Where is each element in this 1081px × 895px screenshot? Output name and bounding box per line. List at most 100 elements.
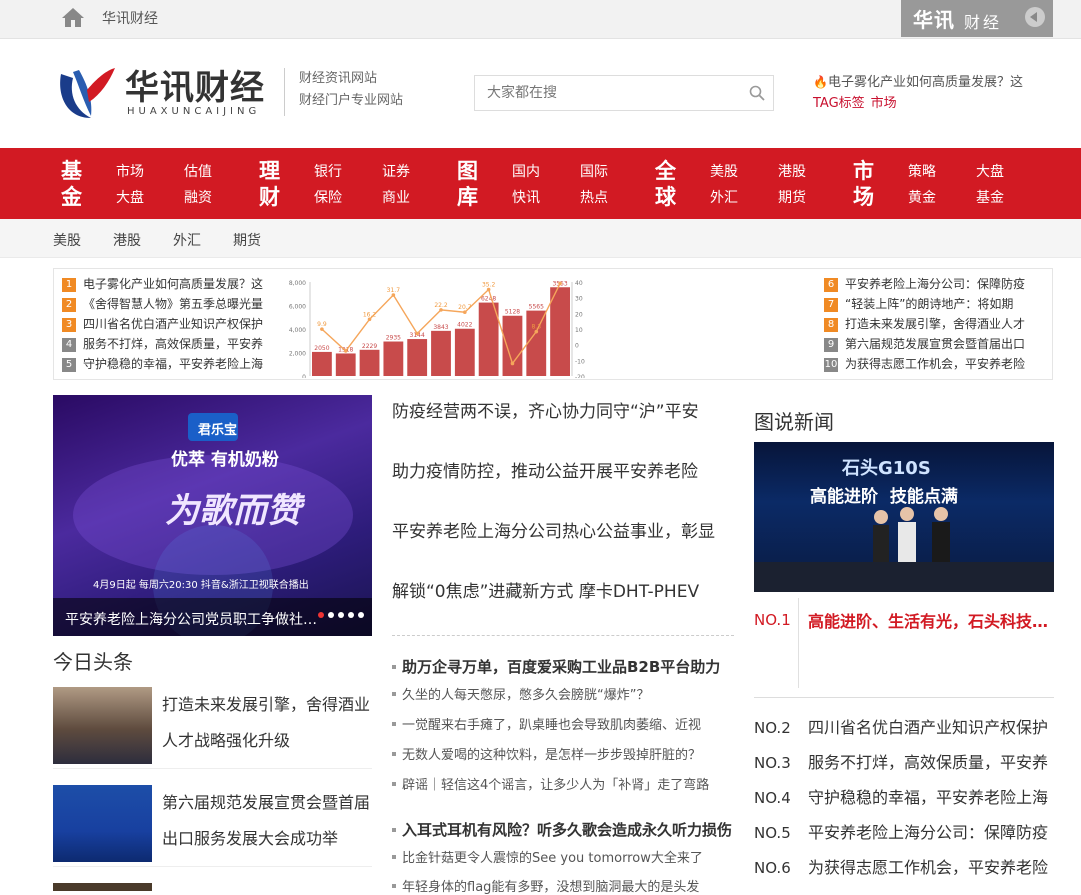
nav-item[interactable]: 黄金 — [908, 187, 936, 207]
nav-item[interactable]: 市场 — [116, 161, 144, 181]
nav-group-global: 全球 美股 港股 外汇 期货 — [655, 148, 855, 219]
tag-market-link[interactable]: 市场 — [871, 96, 897, 111]
nav-item[interactable]: 大盘 — [976, 161, 1004, 181]
hot-news-link[interactable]: 🔥电子雾化产业如何高质量发展？这 — [813, 72, 1043, 93]
tag-label: TAG标签 — [813, 96, 865, 111]
nav-item[interactable]: 港股 — [778, 161, 806, 181]
nav-item[interactable]: 外汇 — [710, 187, 738, 207]
ranking-text: 打造未来发展引擎，舍得酒业人才 — [845, 317, 1026, 331]
home-icon[interactable] — [61, 6, 85, 28]
carousel-dot[interactable] — [318, 612, 324, 618]
headline-link[interactable]: 助力疫情防控，推动公益开展平安养老险 — [392, 457, 734, 482]
ranking-item[interactable]: 5 守护稳稳的幸福，平安养老险上海 — [62, 355, 282, 375]
rank-number: 7 — [824, 298, 838, 312]
nav-item[interactable]: 大盘 — [116, 187, 144, 207]
y2-tick-label: -10 — [575, 358, 585, 365]
topbar-brand: 华讯 财经 — [901, 0, 1053, 37]
chart-line-point — [343, 349, 348, 353]
right-ranking-item[interactable]: NO.6 为获得志愿工作机会，平安养老险 — [754, 854, 1054, 884]
ranking-item[interactable]: 4 服务不打烊，高效保质量，平安养 — [62, 335, 282, 355]
news-list-item[interactable]: 比金针菇更令人震惊的See you tomorrow大全来了 — [392, 847, 734, 866]
toutiao-item[interactable]: 第六届规范发展宣贯会暨首届出口服务发展大会成功举 — [53, 785, 372, 867]
nav-group-title[interactable]: 基金 — [61, 158, 85, 210]
right-ranking-text: 四川省名优白酒产业知识产权保护 — [808, 718, 1049, 737]
nav-group-gallery: 图库 国内 国际 快讯 热点 — [457, 148, 657, 219]
nav-group-title[interactable]: 全球 — [655, 158, 679, 210]
carousel-banner[interactable]: 君乐宝 优萃 有机奶粉 为歌而赞 4月9日起 每周六20:30 抖音&浙江卫视联… — [53, 395, 372, 636]
toutiao-thumbnail — [53, 687, 152, 764]
nav-item[interactable]: 快讯 — [512, 187, 540, 207]
nav-item[interactable]: 证券 — [382, 161, 410, 181]
rank-number: 8 — [824, 318, 838, 332]
news-title-bold[interactable]: 入耳式耳机有风险？听多久歌会造成永久听力损伤 — [392, 819, 734, 840]
nav-item[interactable]: 国内 — [512, 161, 540, 181]
news-list-item[interactable]: 无数人爱喝的这种饮料，是怎样一步步毁掉肝脏的？ — [392, 744, 734, 763]
pic-news-top-item[interactable]: NO.1 高能进阶、生活有光，石头科技发布 — [754, 598, 1054, 698]
nav-item[interactable]: 银行 — [314, 161, 342, 181]
bar-data-label: 6248 — [481, 296, 496, 303]
bar-data-label: 2050 — [314, 345, 329, 352]
nav-item[interactable]: 热点 — [580, 187, 608, 207]
ranking-item[interactable]: 3 四川省名优白酒产业知识产权保护 — [62, 315, 282, 335]
carousel-dot[interactable] — [338, 612, 344, 618]
headline-link[interactable]: 解锁“0焦虑”进藏新方式 摩卡DHT-PHEV — [392, 577, 734, 602]
right-ranking-item[interactable]: NO.3 服务不打烊，高效保质量，平安养 — [754, 749, 1054, 779]
right-ranking-item[interactable]: NO.5 平安养老险上海分公司：保障防疫 — [754, 819, 1054, 849]
carousel-dot[interactable] — [348, 612, 354, 618]
subnav-item[interactable]: 期货 — [233, 230, 261, 250]
nav-item[interactable]: 保险 — [314, 187, 342, 207]
ranking-item[interactable]: 8 打造未来发展引擎，舍得酒业人才 — [824, 315, 1034, 335]
collapse-arrow-icon[interactable] — [1025, 7, 1045, 27]
ranking-item[interactable]: 10 为获得志愿工作机会，平安养老险 — [824, 355, 1034, 375]
nav-group-title[interactable]: 市场 — [853, 158, 877, 210]
news-list-item[interactable]: 辟谣｜轻信这4个谣言，让多少人为「补肾」走了弯路 — [392, 774, 734, 793]
nav-item[interactable]: 期货 — [778, 187, 806, 207]
carousel-dot[interactable] — [328, 612, 334, 618]
nav-item[interactable]: 商业 — [382, 187, 410, 207]
site-logo[interactable]: 华讯财经 HUAXUNCAIJING — [53, 58, 269, 126]
site-slogan: 财经资讯网站 财经门户专业网站 — [284, 68, 403, 116]
nav-item[interactable]: 美股 — [710, 161, 738, 181]
search-icon[interactable] — [749, 85, 765, 101]
nav-item[interactable]: 策略 — [908, 161, 936, 181]
chart-bar — [550, 287, 570, 376]
ranking-text: “轻装上阵”的朗诗地产：将如期 — [845, 297, 1014, 311]
bullet-icon — [392, 884, 396, 888]
nav-item[interactable]: 融资 — [184, 187, 212, 207]
news-item-text: 无数人爱喝的这种饮料，是怎样一步步毁掉肝脏的？ — [402, 748, 702, 763]
nav-item[interactable]: 估值 — [184, 161, 212, 181]
ranking-item[interactable]: 6 平安养老险上海分公司：保障防疫 — [824, 275, 1034, 295]
topbar-site-name[interactable]: 华讯财经 — [102, 8, 158, 28]
subnav-item[interactable]: 港股 — [113, 230, 141, 250]
news-title-bold[interactable]: 助万企寻万单，百度爱采购工业品B2B平台助力 — [392, 656, 734, 677]
right-ranking-item[interactable]: NO.2 四川省名优白酒产业知识产权保护 — [754, 714, 1054, 744]
news-item-text: 比金针菇更令人震惊的See you tomorrow大全来了 — [402, 851, 703, 866]
rank-number: 4 — [62, 338, 76, 352]
nav-group-title[interactable]: 理财 — [259, 158, 283, 210]
news-list-item[interactable]: 年轻身体的flag能有多野，没想到脑洞最大的是头发 — [392, 876, 734, 895]
carousel-dot[interactable] — [358, 612, 364, 618]
nav-item[interactable]: 基金 — [976, 187, 1004, 207]
pic-news-image[interactable]: 石头G10S 高能进阶 技能点满 — [754, 442, 1054, 592]
search-input[interactable] — [475, 76, 735, 110]
headline-link[interactable]: 防疫经营两不误，齐心协力同守“沪”平安 — [392, 397, 734, 422]
ranking-item[interactable]: 1 电子雾化产业如何高质量发展？这 — [62, 275, 282, 295]
chart-bar — [431, 330, 451, 376]
news-list-item[interactable]: 久坐的人每天憋尿，憋多久会膀胱“爆炸”？ — [392, 684, 734, 703]
toutiao-item[interactable]: 打造未来发展引擎，舍得酒业人才战略强化升级 — [53, 687, 372, 769]
rank-number: 6 — [824, 278, 838, 292]
line-data-label: 35.2 — [482, 282, 496, 289]
headline-link[interactable]: 平安养老险上海分公司热心公益事业，彰显 — [392, 517, 734, 542]
ranking-item[interactable]: 7 “轻装上阵”的朗诗地产：将如期 — [824, 295, 1034, 315]
right-ranking-item[interactable]: NO.4 守护稳稳的幸福，平安养老险上海 — [754, 784, 1054, 814]
news-list-item[interactable]: 一觉醒来右手瘫了，趴桌睡也会导致肌肉萎缩、近视 — [392, 714, 734, 733]
subnav-item[interactable]: 外汇 — [173, 230, 201, 250]
top-bar: 华讯财经 华讯 财经 — [0, 0, 1081, 39]
subnav-item[interactable]: 美股 — [53, 230, 81, 250]
chart-line-point — [415, 331, 419, 336]
nav-item[interactable]: 国际 — [580, 161, 608, 181]
rank-label: NO.5 — [754, 824, 791, 842]
ranking-item[interactable]: 2 《舍得智慧人物》第五季总曝光量 — [62, 295, 282, 315]
ranking-item[interactable]: 9 第六届规范发展宣贯会暨首届出口 — [824, 335, 1034, 355]
nav-group-title[interactable]: 图库 — [457, 158, 481, 210]
